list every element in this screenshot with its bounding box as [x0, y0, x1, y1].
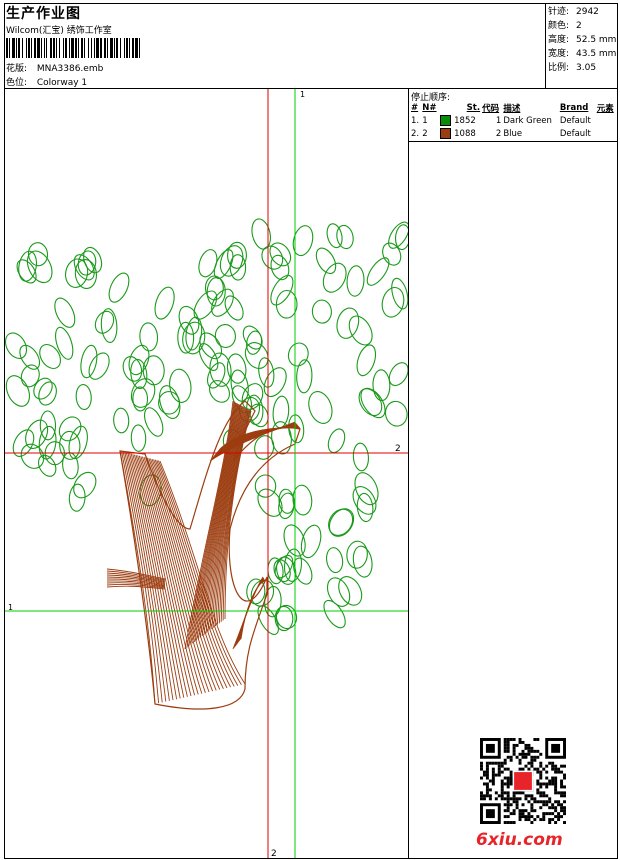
axis-label-top-green: 1 — [300, 90, 305, 99]
stop-sequence-header-row: # N# St. 代码 描述 Brand 元素 — [410, 101, 617, 114]
col-element: 元素 — [596, 103, 614, 114]
design-label: 花版: — [6, 64, 28, 74]
stat-width: 宽度: 43.5 mm — [548, 49, 617, 59]
stat-colors: 颜色: 2 — [548, 21, 582, 31]
table-row: 2. 2 1088 2 Blue Default — [411, 128, 591, 139]
colorway-name: Colorway 1 — [36, 78, 88, 88]
axis-label-bottom-red: 2 — [271, 849, 277, 858]
stat-scale: 比例: 3.05 — [548, 63, 597, 73]
tree-trunk — [106, 400, 301, 710]
embroidery-design-canvas: 1 2 1 2 — [5, 89, 408, 858]
stop-sequence-table: # N# St. 代码 描述 Brand 元素 1. 1 1852 1 Dark… — [410, 101, 617, 140]
stat-height: 高度: 52.5 mm — [548, 35, 617, 45]
qr-code-watermark — [480, 738, 566, 824]
barcode — [6, 38, 140, 58]
design-stats: 针迹: 2942 颜色: 2 高度: 52.5 mm 宽度: 43.5 mm 比例: 3.… — [548, 5, 616, 75]
colorway-line: 色位: Colorway 1 — [6, 75, 87, 88]
axis-label-right-red: 2 — [395, 444, 401, 454]
colorway-label: 色位: — [6, 78, 28, 88]
color-swatch — [440, 128, 452, 139]
page-title: 生产作业图 — [6, 6, 81, 22]
col-brand: Brand — [559, 102, 589, 113]
design-file-line: 花版: MNA3386.emb — [6, 61, 103, 74]
stat-stitches: 针迹: 2942 — [548, 7, 599, 17]
studio-subtitle: Wilcom(汇宝) 绣饰工作室 — [6, 26, 112, 36]
col-n: N# — [422, 102, 437, 113]
design-file-name: MNA3386.emb — [36, 64, 104, 74]
color-swatch — [440, 115, 452, 126]
watermark-logo-text: 6xiu.com — [476, 830, 563, 850]
axis-label-left-green: 1 — [8, 603, 13, 612]
col-stitches: St. — [466, 102, 481, 113]
table-row: 1. 1 1852 1 Dark Green Default — [411, 115, 591, 126]
col-code: 代码 — [482, 103, 500, 114]
col-index: # — [411, 102, 419, 113]
col-description: 描述 — [503, 103, 521, 114]
